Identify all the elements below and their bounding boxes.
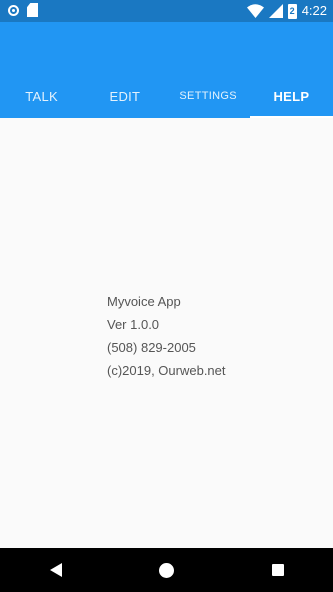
tab-settings[interactable]: SETTINGS bbox=[167, 74, 250, 118]
status-time: 4:22 bbox=[301, 3, 327, 18]
recents-button[interactable] bbox=[258, 548, 298, 592]
back-icon bbox=[49, 563, 62, 577]
status-right-icons: 2 4:22 bbox=[246, 3, 327, 19]
tab-talk[interactable]: TALK bbox=[0, 74, 83, 118]
home-icon bbox=[159, 562, 174, 578]
wifi-icon bbox=[246, 4, 264, 18]
app-info: Myvoice App Ver 1.0.0 (508) 829-2005 (c)… bbox=[107, 290, 226, 382]
app-bar: TALK EDIT SETTINGS HELP bbox=[0, 22, 333, 118]
copyright-text: (c)2019, Ourweb.net bbox=[107, 363, 226, 378]
help-content: Myvoice App Ver 1.0.0 (508) 829-2005 (c)… bbox=[0, 118, 333, 548]
contact-phone: (508) 829-2005 bbox=[107, 340, 196, 355]
tab-help[interactable]: HELP bbox=[249, 74, 333, 118]
tab-edit[interactable]: EDIT bbox=[83, 74, 166, 118]
app-version: Ver 1.0.0 bbox=[107, 317, 160, 332]
back-button[interactable] bbox=[36, 548, 76, 592]
battery-label: 2 bbox=[289, 6, 295, 16]
tab-bar: TALK EDIT SETTINGS HELP bbox=[0, 74, 333, 118]
status-left-icons bbox=[8, 3, 38, 17]
battery-icon: 2 bbox=[287, 3, 297, 19]
status-bar: 2 4:22 bbox=[0, 0, 333, 22]
recents-icon bbox=[271, 564, 284, 576]
app-name: Myvoice App bbox=[107, 294, 181, 309]
signal-icon bbox=[268, 4, 283, 18]
home-button[interactable] bbox=[147, 548, 187, 592]
navigation-bar bbox=[0, 548, 333, 592]
sync-icon bbox=[8, 4, 19, 16]
sd-card-icon bbox=[27, 3, 38, 17]
